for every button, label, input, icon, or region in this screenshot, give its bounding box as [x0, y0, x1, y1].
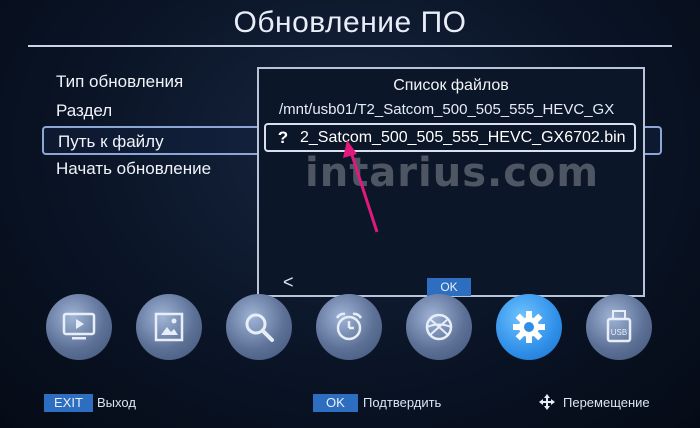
exit-key[interactable]: EXIT — [44, 394, 93, 412]
gear-icon[interactable] — [496, 294, 562, 360]
ball-icon[interactable] — [406, 294, 472, 360]
svg-text:USB: USB — [611, 328, 627, 337]
ok-hint: Подтвердить — [363, 395, 442, 410]
move-hint: Перемещение — [563, 395, 650, 410]
exit-hint: Выход — [97, 395, 136, 410]
main-menu-icon-bar: USB — [0, 288, 700, 368]
alarm-clock-icon[interactable] — [316, 294, 382, 360]
ok-key[interactable]: OK — [313, 394, 358, 412]
move-arrows-icon — [539, 393, 555, 416]
search-icon[interactable] — [226, 294, 292, 360]
tv-icon[interactable] — [46, 294, 112, 360]
picture-icon[interactable] — [136, 294, 202, 360]
usb-icon[interactable]: USB — [586, 294, 652, 360]
bottom-hint-bar: EXIT Выход OK Подтвердить Перемещение — [0, 384, 700, 418]
